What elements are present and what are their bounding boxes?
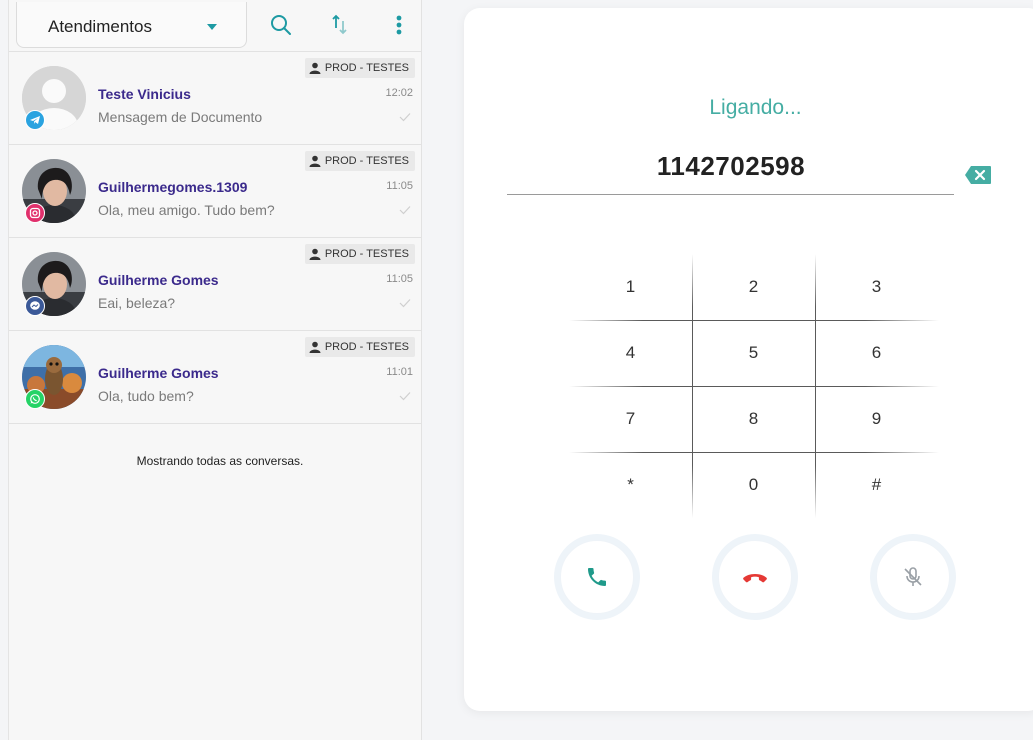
badge-label: PROD - TESTES	[324, 155, 409, 167]
message-time: 12:02	[385, 87, 413, 99]
key-star[interactable]: *	[569, 452, 692, 518]
conversation-panel: Atendimentos PROD - TESTES Teste Viniciu…	[8, 0, 422, 740]
key-3[interactable]: 3	[815, 254, 938, 320]
call-button[interactable]	[560, 540, 634, 614]
department-badge: PROD - TESTES	[304, 337, 415, 357]
conversation-item[interactable]: PROD - TESTES Guilherme Gomes 11:05 Eai,…	[9, 238, 421, 331]
last-message: Ola, tudo bem?	[98, 388, 194, 404]
list-footer-text: Mostrando todas as conversas.	[136, 454, 304, 468]
department-badge: PROD - TESTES	[304, 151, 415, 171]
message-time: 11:05	[386, 273, 413, 285]
sort-icon[interactable]	[327, 12, 353, 38]
last-message: Ola, meu amigo. Tudo bem?	[98, 202, 275, 218]
phone-call-icon	[588, 568, 606, 586]
badge-label: PROD - TESTES	[324, 62, 409, 74]
conversation-item[interactable]: PROD - TESTES Guilhermegomes.1309 11:05 …	[9, 145, 421, 238]
contact-name: Teste Vinicius	[98, 86, 191, 102]
last-message: Eai, beleza?	[98, 295, 176, 311]
department-badge: PROD - TESTES	[304, 244, 415, 264]
check-icon	[399, 299, 411, 308]
user-icon	[309, 248, 321, 260]
user-icon	[309, 341, 321, 353]
chevron-down-icon	[207, 24, 217, 30]
key-hash[interactable]: #	[815, 452, 938, 518]
message-time: 11:01	[386, 366, 413, 378]
conversation-item[interactable]: PROD - TESTES Guilherme Gomes 11:01 Ola,…	[9, 331, 421, 424]
key-6[interactable]: 6	[815, 320, 938, 386]
mute-button[interactable]	[876, 540, 950, 614]
dialer-panel: Ligando... 1142702598 1 2 3 4 5 6 7 8 9 …	[422, 0, 1033, 740]
dialed-number: 1142702598	[656, 151, 806, 181]
telegram-icon	[25, 110, 45, 130]
contact-name: Guilherme Gomes	[98, 365, 219, 381]
check-icon	[399, 392, 411, 401]
key-4[interactable]: 4	[569, 320, 692, 386]
conversation-toolbar: Atendimentos	[9, 0, 421, 52]
user-icon	[309, 155, 321, 167]
mic-off-icon	[904, 567, 922, 586]
more-vertical-icon[interactable]	[386, 12, 412, 38]
badge-label: PROD - TESTES	[324, 341, 409, 353]
search-icon[interactable]	[268, 12, 294, 38]
key-1[interactable]: 1	[569, 254, 692, 320]
hang-up-icon	[743, 574, 767, 583]
key-7[interactable]: 7	[569, 386, 692, 452]
department-badge: PROD - TESTES	[304, 58, 415, 78]
check-icon	[399, 113, 411, 122]
key-5[interactable]: 5	[692, 320, 815, 386]
badge-label: PROD - TESTES	[324, 248, 409, 260]
department-select-label: Atendimentos	[48, 17, 152, 36]
backspace-icon[interactable]	[964, 165, 992, 185]
contact-name: Guilherme Gomes	[98, 272, 219, 288]
key-9[interactable]: 9	[815, 386, 938, 452]
instagram-icon	[25, 203, 45, 223]
dialer-card: Ligando... 1142702598 1 2 3 4 5 6 7 8 9 …	[464, 8, 1033, 711]
message-time: 11:05	[386, 180, 413, 192]
key-2[interactable]: 2	[692, 254, 815, 320]
conversation-item[interactable]: PROD - TESTES Teste Vinicius 12:02 Mensa…	[9, 52, 421, 145]
keypad: 1 2 3 4 5 6 7 8 9 * 0 #	[569, 254, 939, 518]
messenger-icon	[25, 296, 45, 316]
contact-name: Guilhermegomes.1309	[98, 179, 248, 195]
hang-up-button[interactable]	[718, 540, 792, 614]
whatsapp-icon	[25, 389, 45, 409]
call-status: Ligando...	[709, 96, 802, 119]
department-select[interactable]: Atendimentos	[16, 2, 247, 48]
check-icon	[399, 206, 411, 215]
last-message: Mensagem de Documento	[98, 109, 263, 125]
app: Atendimentos PROD - TESTES Teste Viniciu…	[0, 0, 1033, 740]
key-8[interactable]: 8	[692, 386, 815, 452]
user-icon	[309, 62, 321, 74]
number-underline	[507, 194, 954, 195]
key-0[interactable]: 0	[692, 452, 815, 518]
